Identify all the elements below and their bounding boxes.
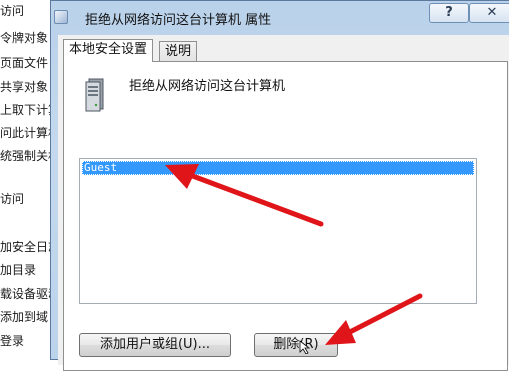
tab-local-security-setting[interactable]: 本地安全设置 [63,39,154,62]
background-item[interactable]: 令牌对象 [0,29,48,46]
background-item[interactable]: 访问 [0,2,24,19]
list-item-guest[interactable]: Guest [82,161,474,175]
server-icon [85,78,104,112]
properties-dialog: 拒绝从网络访问这台计算机 属性 ? ✕ 本地安全设置 说明 拒绝从网络访问这台计… [50,0,509,371]
tab-explain[interactable]: 说明 [159,41,198,61]
background-item[interactable]: 访问 [0,190,24,207]
policy-name: 拒绝从网络访问这台计算机 [129,79,286,94]
members-listbox[interactable]: Guest [79,158,477,304]
dialog-client-area: 本地安全设置 说明 拒绝从网络访问这台计算机 Guest 添加用户或组(U)..… [58,35,509,371]
dialog-title: 拒绝从网络访问这台计算机 属性 [85,13,272,28]
title-bar[interactable]: 拒绝从网络访问这台计算机 属性 ? ✕ [51,1,509,35]
background-item[interactable]: 登录 [0,332,24,349]
background-item[interactable]: 页面文件 [0,54,48,71]
window-icon [54,10,68,24]
close-button[interactable]: ✕ [469,3,509,23]
tab-page: 拒绝从网络访问这台计算机 Guest 添加用户或组(U)... 删除(R) [63,61,508,371]
help-button[interactable]: ? [429,3,469,23]
background-item[interactable]: 共享对象 [0,78,48,95]
add-user-or-group-button[interactable]: 添加用户或组(U)... [79,333,231,357]
remove-button[interactable]: 删除(R) [254,333,338,357]
background-item[interactable]: 添加到域 [0,308,48,325]
background-item[interactable]: 加目录 [0,261,36,278]
